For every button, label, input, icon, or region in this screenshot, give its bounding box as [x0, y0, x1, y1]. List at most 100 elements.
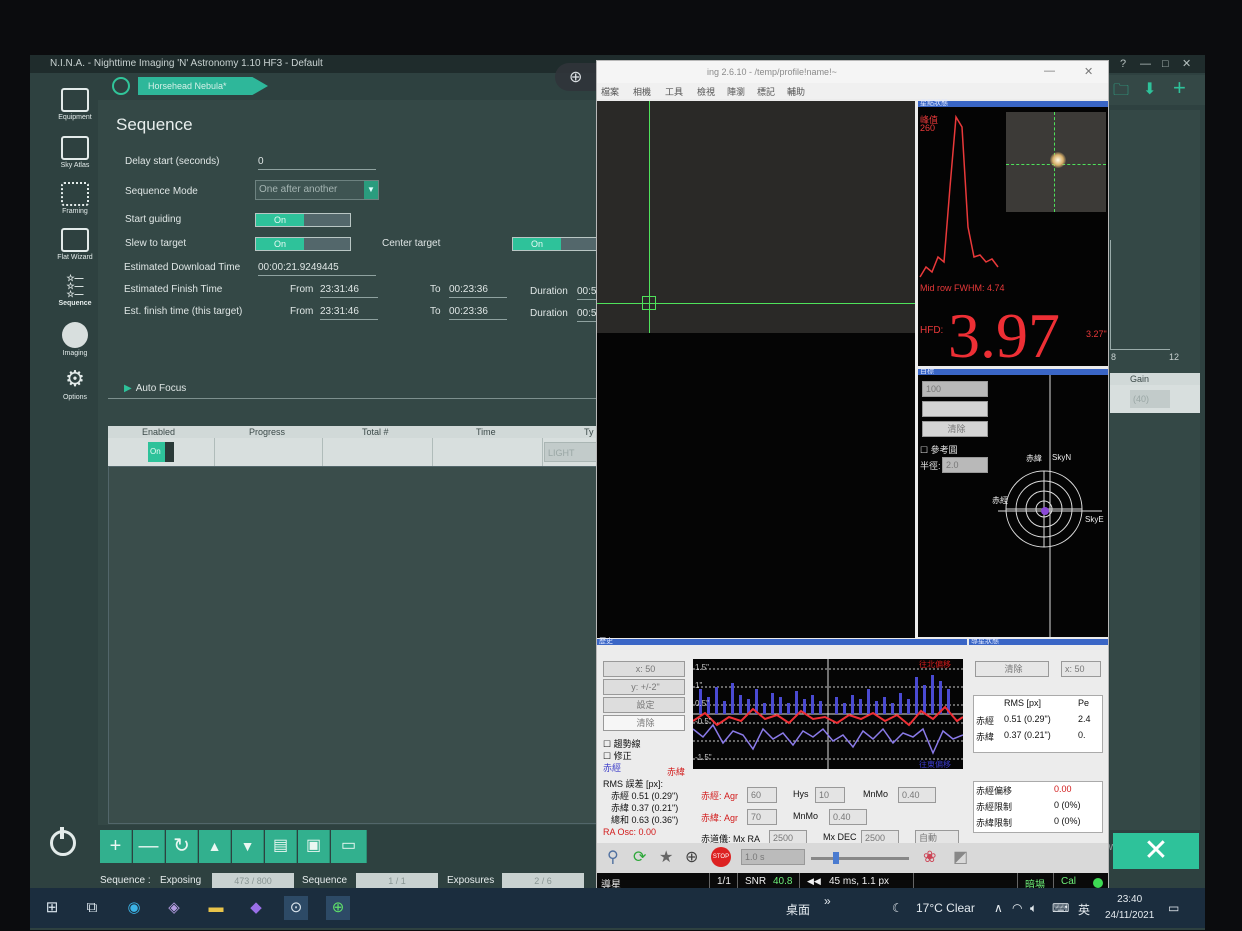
clock[interactable]: 23:40 24/11/2021: [1105, 892, 1154, 924]
auto-select-star-icon[interactable]: ★: [659, 847, 673, 867]
download-icon[interactable]: ⬇: [1143, 79, 1156, 99]
close-icon[interactable]: ✕: [1084, 65, 1093, 78]
cancel-sequence-button[interactable]: ✕: [1113, 833, 1199, 869]
brain-icon[interactable]: ❀: [923, 847, 936, 867]
menu-view[interactable]: 檢視: [697, 85, 715, 98]
edge-icon[interactable]: ◉: [122, 896, 146, 920]
col-total: Total #: [362, 427, 389, 437]
stats-clear-button[interactable]: 清除: [975, 661, 1049, 677]
start-icon[interactable]: ⊞: [40, 896, 64, 920]
dec-mnmo-input[interactable]: 0.40: [829, 809, 867, 825]
menu-bookmarks[interactable]: 標記: [757, 85, 775, 98]
graph-settings-button[interactable]: 設定: [603, 697, 685, 713]
weather-text[interactable]: 17°C Clear: [916, 901, 975, 915]
ra-mnmo-input[interactable]: 0.40: [898, 787, 936, 803]
minimize-icon[interactable]: —: [1140, 55, 1151, 73]
nav-imaging-label: Imaging: [62, 350, 88, 357]
folder-icon[interactable]: 🗀: [1113, 79, 1129, 106]
chevron-up-icon[interactable]: ∧: [994, 901, 1003, 915]
menu-file[interactable]: 檔案: [601, 85, 619, 98]
ra-oscillation: RA Osc: 0.00: [603, 827, 657, 837]
nav-sequence[interactable]: ☆— ☆— ☆— Sequence: [45, 274, 105, 308]
help-icon[interactable]: ?: [1120, 55, 1126, 73]
sky-atlas-icon: [61, 136, 89, 160]
loop-icon[interactable]: ⟳: [633, 847, 646, 867]
slew-toggle[interactable]: On: [255, 237, 351, 251]
menu-darks[interactable]: 陣瀏: [727, 85, 745, 98]
menu-camera[interactable]: 相機: [633, 85, 651, 98]
chevron-down-icon: ▼: [364, 181, 378, 199]
center-target-toggle[interactable]: On: [512, 237, 608, 251]
autofocus-expander[interactable]: Auto Focus: [124, 383, 187, 394]
chevron-right-icon[interactable]: »: [824, 894, 831, 908]
move-up-icon[interactable]: ▲: [199, 830, 231, 863]
save-as-icon[interactable]: ▣: [298, 830, 330, 863]
nav-equipment[interactable]: Equipment: [45, 88, 105, 121]
guide-icon[interactable]: ⊕: [685, 847, 698, 867]
menu-help[interactable]: 輔助: [787, 85, 805, 98]
reset-icon[interactable]: ↻: [166, 830, 198, 863]
move-down-icon[interactable]: ▼: [232, 830, 264, 863]
gain-value[interactable]: (40): [1130, 390, 1170, 408]
gain-header: Gain: [1110, 373, 1200, 385]
nav-options[interactable]: ⚙ Options: [45, 368, 105, 402]
sequence-mode-select[interactable]: One after another ▼: [255, 180, 379, 200]
app-icon[interactable]: ◆: [244, 896, 268, 920]
graph-clear-button[interactable]: 清除: [603, 715, 685, 731]
add-icon[interactable]: +: [100, 830, 132, 863]
exposure-select[interactable]: 1.0 s: [741, 849, 805, 865]
maximize-icon[interactable]: □: [1162, 55, 1169, 73]
desktop-toolbar[interactable]: 桌面: [786, 901, 810, 918]
clock-date: 24/11/2021: [1105, 910, 1155, 921]
right-toolbar: 🗀 ⬇ +: [1105, 75, 1205, 105]
menu-tools[interactable]: 工具: [665, 85, 683, 98]
nina-taskbar-icon[interactable]: ⊙: [284, 896, 308, 920]
guide-camera-view[interactable]: [597, 101, 915, 333]
task-view-icon[interactable]: ⧉: [80, 896, 104, 920]
power-icon[interactable]: [50, 827, 76, 856]
network-icon[interactable]: ◠: [1012, 901, 1022, 915]
nav-sky-atlas[interactable]: Sky Atlas: [45, 136, 105, 169]
minimize-icon[interactable]: —: [1044, 65, 1055, 77]
row-type-select[interactable]: LIGHT: [544, 442, 598, 462]
status-seq-value: 1 / 1: [356, 873, 438, 889]
stats-scale-select[interactable]: x: 50: [1061, 661, 1101, 677]
stop-icon[interactable]: STOP: [711, 847, 731, 867]
nav-framing[interactable]: Framing: [45, 182, 105, 215]
file-explorer-icon[interactable]: ▬: [204, 896, 228, 920]
guide-pulse-icon: ◀◀: [807, 876, 821, 886]
nav-flat-wizard-label: Flat Wizard: [57, 254, 93, 261]
usb-connect-icon[interactable]: ⚲: [607, 847, 619, 867]
ra-agr-input[interactable]: 60: [747, 787, 777, 803]
toolbar-extra-icon[interactable]: ◩: [953, 847, 968, 867]
ime-indicator[interactable]: 英: [1078, 901, 1090, 918]
framing-icon: [61, 182, 89, 206]
row-enabled-toggle[interactable]: On: [148, 442, 174, 462]
nav-flat-wizard[interactable]: Flat Wizard: [45, 228, 105, 261]
graph-x-scale-select[interactable]: x: 50: [603, 661, 685, 677]
open-folder-icon[interactable]: ▭: [331, 830, 367, 863]
remove-icon[interactable]: —: [133, 830, 165, 863]
hys-input[interactable]: 10: [815, 787, 845, 803]
nav-imaging[interactable]: Imaging: [45, 322, 105, 357]
add-icon[interactable]: +: [1173, 75, 1186, 101]
table-row[interactable]: On LIGHT: [108, 438, 598, 466]
gamma-slider[interactable]: [811, 852, 909, 864]
target-tab[interactable]: Horsehead Nebula*: [110, 75, 270, 97]
panel-title: 歷史: [599, 638, 613, 645]
dec-agr-input[interactable]: 70: [747, 809, 777, 825]
app-icon[interactable]: ◈: [162, 896, 186, 920]
col-type: Ty: [584, 427, 594, 437]
tick-label: 0.5": [695, 699, 709, 708]
zoom-icon[interactable]: ⊕: [569, 67, 582, 87]
close-icon[interactable]: ✕: [1182, 55, 1191, 73]
save-icon[interactable]: ▤: [265, 830, 297, 863]
delay-start-input[interactable]: 0: [258, 156, 376, 170]
phd2-taskbar-icon[interactable]: ⊕: [326, 896, 350, 920]
target-panel: 目標 100 清除 ☐ 參考圓 半徑: 2.0 赤緯 SkyN 赤經 SkyE: [918, 368, 1108, 637]
volume-icon[interactable]: 🔈︎: [1030, 901, 1037, 916]
start-guiding-toggle[interactable]: On: [255, 213, 351, 227]
keyboard-icon[interactable]: ⌨: [1052, 901, 1069, 915]
graph-y-scale-select[interactable]: y: +/-2": [603, 679, 685, 695]
notification-icon[interactable]: ▭: [1168, 901, 1179, 915]
